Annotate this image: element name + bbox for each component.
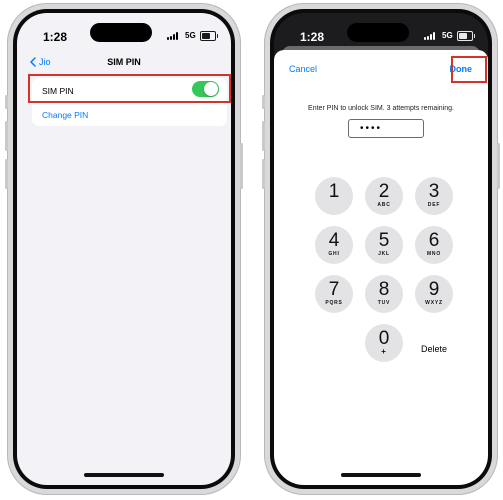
cancel-button[interactable]: Cancel [289, 64, 317, 74]
change-pin-row[interactable]: Change PIN [32, 102, 227, 126]
home-indicator [84, 473, 164, 477]
power-button [240, 143, 243, 189]
key-digit: 2 [378, 181, 390, 202]
key-letters: PQRS [325, 300, 343, 306]
keypad-key-2[interactable]: 2 ABC [365, 177, 403, 215]
change-pin-link[interactable]: Change PIN [42, 110, 88, 120]
keypad-key-3[interactable]: 3 DEF [415, 177, 453, 215]
keypad-key-9[interactable]: 9 WXYZ [415, 275, 453, 313]
dynamic-island [90, 23, 152, 42]
volume-up-button [5, 121, 8, 151]
key-digit: 6 [428, 230, 440, 251]
key-digit: 9 [428, 279, 440, 300]
battery-icon [457, 31, 475, 41]
key-letters: WXYZ [425, 300, 443, 306]
key-letters: ABC [377, 202, 391, 208]
keypad-key-0[interactable]: 0 + [365, 324, 403, 362]
pin-input[interactable]: •••• [348, 119, 424, 138]
key-letters: DEF [427, 202, 441, 208]
key-letters: GHI [328, 251, 340, 257]
keypad-key-4[interactable]: 4 GHI [315, 226, 353, 264]
dynamic-island [347, 23, 409, 42]
status-time: 1:28 [43, 30, 68, 44]
network-type: 5G [185, 31, 196, 40]
home-indicator [341, 473, 421, 477]
delete-button[interactable]: Delete [421, 344, 447, 354]
action-button [5, 95, 8, 109]
battery-icon [200, 31, 218, 41]
keypad-key-5[interactable]: 5 JKL [365, 226, 403, 264]
left-phone: 1:28 5G Jio SIM PIN SIM PIN Change PIN [5, 3, 243, 495]
key-digit: 1 [328, 181, 340, 202]
network-type: 5G [442, 31, 453, 40]
key-letters: JKL [378, 251, 390, 257]
status-time: 1:28 [300, 30, 325, 44]
key-digit: 7 [328, 279, 340, 300]
signal-icon [424, 32, 438, 40]
key-digit: 3 [428, 181, 440, 202]
key-digit: 8 [378, 279, 390, 300]
power-button [497, 143, 500, 189]
pin-entry-sheet: Cancel Done Enter PIN to unlock SIM. 3 a… [274, 50, 488, 485]
status-bar: 1:28 5G [17, 13, 231, 53]
keypad-key-8[interactable]: 8 TUV [365, 275, 403, 313]
page-title: SIM PIN [107, 57, 141, 67]
key-letters: + [381, 347, 387, 356]
right-phone: 1:28 5G Cancel Done Enter PIN to unlock … [262, 3, 500, 495]
volume-down-button [262, 159, 265, 189]
keypad-key-6[interactable]: 6 MNO [415, 226, 453, 264]
sim-pin-highlight-box [28, 74, 231, 103]
keypad-key-7[interactable]: 7 PQRS [315, 275, 353, 313]
pin-prompt-message: Enter PIN to unlock SIM. 3 attempts rema… [308, 105, 454, 112]
volume-up-button [262, 121, 265, 151]
keypad-key-1[interactable]: 1 [315, 177, 353, 215]
key-digit: 5 [378, 230, 390, 251]
key-digit: 4 [328, 230, 340, 251]
signal-icon [167, 32, 181, 40]
volume-down-button [5, 159, 8, 189]
key-letters: MNO [426, 251, 442, 257]
action-button [262, 95, 265, 109]
key-letters: TUV [377, 300, 391, 306]
done-highlight-box [451, 56, 487, 83]
key-digit: 0 [378, 328, 390, 349]
